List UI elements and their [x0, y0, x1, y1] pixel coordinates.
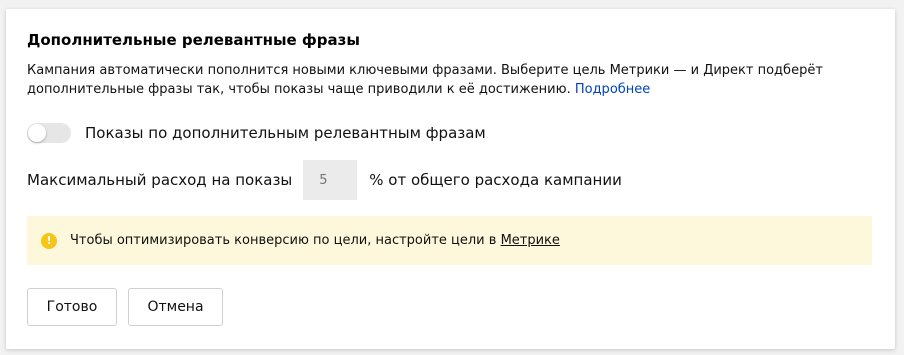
panel-title: Дополнительные релевантные фразы — [27, 31, 360, 49]
metrika-link[interactable]: Метрике — [501, 233, 560, 248]
extra-phrases-toggle-row: Показы по дополнительным релевантным фра… — [27, 121, 486, 145]
notice-text: Чтобы оптимизировать конверсию по цели, … — [70, 233, 560, 248]
max-spend-suffix: % от общего расхода кампании — [369, 171, 622, 189]
done-button[interactable]: Готово — [27, 288, 117, 326]
panel-description: Кампания автоматически пополнится новыми… — [27, 61, 867, 99]
max-spend-label: Максимальный расход на показы — [27, 171, 293, 189]
max-spend-input[interactable] — [303, 160, 358, 200]
warning-icon: ! — [41, 232, 57, 249]
max-spend-row: Максимальный расход на показы % от общег… — [27, 160, 622, 200]
toggle-knob — [28, 124, 46, 142]
extra-phrases-toggle[interactable] — [27, 123, 71, 143]
more-link[interactable]: Подробнее — [575, 82, 650, 97]
notice-message: Чтобы оптимизировать конверсию по цели, … — [70, 233, 501, 248]
cancel-button[interactable]: Отмена — [128, 288, 223, 326]
metrika-notice: ! Чтобы оптимизировать конверсию по цели… — [27, 216, 872, 265]
settings-panel: Дополнительные релевантные фразы Кампани… — [6, 9, 895, 349]
description-line-2: дополнительные фразы так, чтобы показы ч… — [27, 82, 575, 97]
toggle-label: Показы по дополнительным релевантным фра… — [85, 124, 486, 142]
description-line-1: Кампания автоматически пополнится новыми… — [27, 63, 823, 78]
